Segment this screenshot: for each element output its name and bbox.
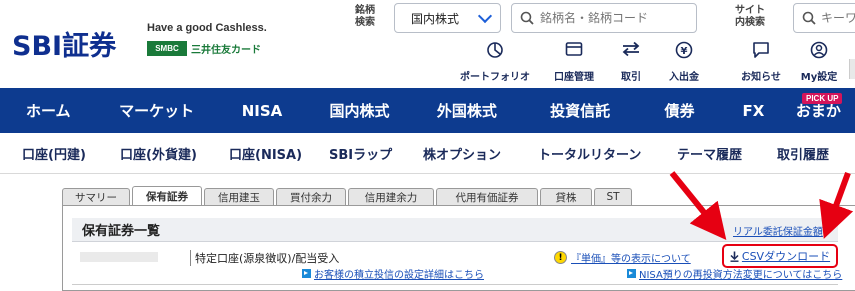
tab-holdings[interactable]: 保有証券 xyxy=(132,186,202,205)
subnav-stock-option[interactable]: 株オプション xyxy=(423,133,501,174)
quick-link-account[interactable]: 口座管理 xyxy=(549,41,599,83)
fund-settings-link[interactable]: お客様の積立投信の設定詳細はこちら xyxy=(302,266,484,281)
realtime-margin-link[interactable]: リアル委託保証金額 xyxy=(733,223,823,238)
tab-collateral[interactable]: 代用有価証券 xyxy=(436,188,538,205)
global-nav: ホーム マーケット NISA 国内株式 外国株式 投資信託 債券 FX おまか xyxy=(0,88,855,133)
quick-link-my-settings[interactable]: My設定 xyxy=(797,41,841,83)
nisa-reinvest-link-text: NISA預りの再投資方法変更についてはこちら xyxy=(639,270,843,281)
quick-link-deposit[interactable]: ¥ 入出金 xyxy=(664,41,704,83)
logo-text: SBI証券 xyxy=(12,30,117,62)
download-icon xyxy=(730,251,739,262)
account-number-masked xyxy=(80,252,158,262)
csv-download-label: CSVダウンロード xyxy=(741,250,831,263)
transfer-arrows-icon xyxy=(622,41,640,57)
nisa-reinvest-link[interactable]: NISA預りの再投資方法変更についてはこちら xyxy=(627,266,842,281)
quick-link-label: 入出金 xyxy=(669,72,699,83)
csv-download-button[interactable]: CSVダウンロード xyxy=(722,244,838,268)
smbc-logo: SMBC 三井住友カード xyxy=(147,40,261,57)
tab-margin-power[interactable]: 信用建余力 xyxy=(348,188,434,205)
message-icon xyxy=(753,42,769,58)
quick-link-label: 取引 xyxy=(621,72,641,83)
subnav-account-foreign[interactable]: 口座(外貨建) xyxy=(120,133,197,174)
stock-search-box[interactable] xyxy=(511,3,697,33)
smbc-badge: SMBC xyxy=(147,41,187,56)
tab-margin-positions[interactable]: 信用建玉 xyxy=(204,188,274,205)
subnav-sbi-wrap[interactable]: SBIラップ xyxy=(329,133,392,174)
quick-link-label: 口座管理 xyxy=(554,72,594,83)
gnav-market[interactable]: マーケット xyxy=(97,88,217,133)
user-settings-icon xyxy=(810,41,828,59)
site-search-box[interactable] xyxy=(793,3,855,33)
arrow-square-icon xyxy=(302,269,311,278)
gnav-bonds[interactable]: 債券 xyxy=(638,88,721,133)
subnav-account-yen[interactable]: 口座(円建) xyxy=(22,133,86,174)
subnav-total-return[interactable]: トータルリターン xyxy=(538,133,641,174)
subnav-trade-history[interactable]: 取引履歴 xyxy=(777,133,829,174)
market-select-value: 国内株式 xyxy=(411,11,460,26)
sub-nav: 口座(円建) 口座(外貨建) 口座(NISA) SBIラップ 株オプション トー… xyxy=(0,133,855,174)
search-icon xyxy=(520,11,534,25)
account-tabs: サマリー 保有証券 信用建玉 買付余力 信用建余力 代用有価証券 貸株 ST xyxy=(62,186,632,205)
site-header: SBI証券 Have a good Cashless. SMBC 三井住友カード… xyxy=(0,0,855,88)
gnav-fx[interactable]: FX xyxy=(721,88,786,133)
arrow-square-icon xyxy=(627,269,636,278)
sbi-logo[interactable]: SBI証券 xyxy=(12,26,117,62)
subnav-theme-history[interactable]: テーマ履歴 xyxy=(677,133,742,174)
pie-chart-icon xyxy=(487,42,503,58)
side-panel-tab[interactable] xyxy=(849,59,855,79)
warning-icon: ! xyxy=(554,251,567,264)
quick-link-label: お知らせ xyxy=(741,72,781,83)
smbc-card-text: 三井住友カード xyxy=(191,45,261,56)
subnav-account-nisa[interactable]: 口座(NISA) xyxy=(229,133,302,174)
tab-summary[interactable]: サマリー xyxy=(62,188,130,205)
tab-buying-power[interactable]: 買付余力 xyxy=(276,188,346,205)
search-icon xyxy=(802,11,816,25)
site-search-input[interactable] xyxy=(821,11,855,25)
quick-link-label: ポートフォリオ xyxy=(460,72,530,83)
yen-coin-icon: ¥ xyxy=(675,41,693,59)
panel-title: 保有証券一覧 xyxy=(82,224,161,239)
gnav-home[interactable]: ホーム xyxy=(0,88,97,133)
pickup-badge: PICK UP xyxy=(802,93,843,104)
chevron-down-icon xyxy=(477,8,493,23)
fund-settings-link-text: お客様の積立投信の設定詳細はこちら xyxy=(314,270,484,281)
quick-link-label: My設定 xyxy=(800,72,838,83)
site-search-label: サイト 内検索 xyxy=(735,5,765,28)
gnav-foreign-stock[interactable]: 外国株式 xyxy=(412,88,522,133)
stock-search-label: 銘柄 検索 xyxy=(355,5,375,28)
tanka-link[interactable]: 『単価』等の表示について xyxy=(571,250,691,265)
tanka-notice[interactable]: ! 『単価』等の表示について xyxy=(554,250,691,265)
gnav-nisa[interactable]: NISA xyxy=(217,88,308,133)
panel-header xyxy=(72,218,838,242)
gnav-domestic-stock[interactable]: 国内株式 xyxy=(307,88,411,133)
quick-link-trade[interactable]: 取引 xyxy=(615,41,647,83)
account-type: 特定口座(源泉徴収)/配当受入 xyxy=(190,250,339,266)
divider xyxy=(72,284,838,285)
quick-link-notices[interactable]: お知らせ xyxy=(735,41,787,83)
gnav-mutual-funds[interactable]: 投資信託 xyxy=(522,88,638,133)
tab-st[interactable]: ST xyxy=(594,188,632,205)
tab-stock-lending[interactable]: 貸株 xyxy=(540,188,592,205)
market-select[interactable]: 国内株式 xyxy=(394,3,501,33)
quick-link-portfolio[interactable]: ポートフォリオ xyxy=(452,41,538,83)
svg-text:¥: ¥ xyxy=(681,46,688,57)
stock-search-input[interactable] xyxy=(540,11,690,25)
window-icon xyxy=(565,42,583,56)
tagline: Have a good Cashless. xyxy=(147,22,267,34)
